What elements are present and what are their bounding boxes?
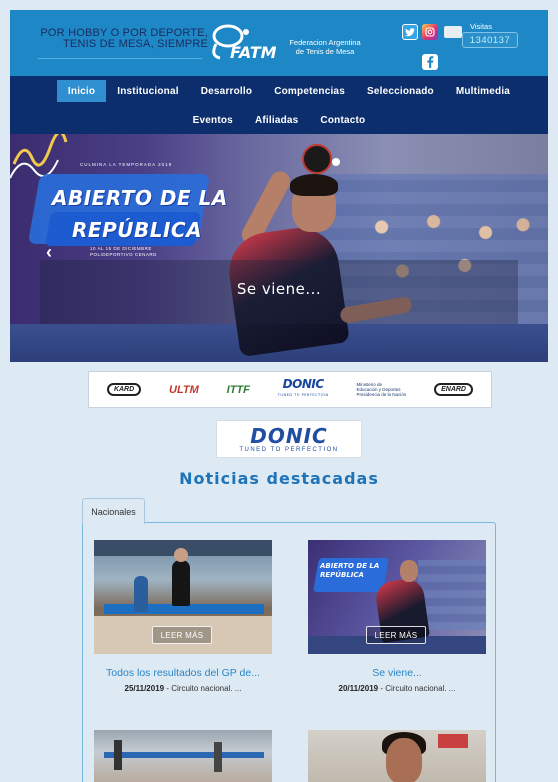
player-figure bbox=[172, 560, 190, 606]
news-card-title[interactable]: Se viene... bbox=[308, 667, 486, 679]
player-head bbox=[400, 560, 418, 582]
nav-item-multimedia[interactable]: Multimedia bbox=[445, 76, 521, 106]
nav-row-2: Eventos Afiliadas Contacto bbox=[10, 106, 548, 134]
logo-name-line-1: Federacion Argentina bbox=[289, 38, 361, 47]
ball-icon bbox=[332, 158, 340, 166]
instagram-icon[interactable] bbox=[422, 24, 438, 40]
nav-item-inicio[interactable]: Inicio bbox=[56, 80, 107, 102]
sponsor-donic-tagline: TUNED TO PERFECTION bbox=[277, 392, 329, 397]
fatm-logo-mark-icon: FATM bbox=[212, 24, 276, 62]
hero-dates-line-2: POLIDEPORTIVO CENARD bbox=[90, 252, 157, 257]
gym-net bbox=[104, 752, 264, 758]
hero-title-line-2: REPÚBLICA bbox=[72, 218, 203, 242]
news-card[interactable]: LEER MÁS Todos los resultados del GP de.… bbox=[94, 540, 272, 693]
read-more-button[interactable]: LEER MÁS bbox=[152, 626, 212, 644]
sponsor-ministry-line-3: Presidencia de la Nación bbox=[356, 392, 407, 397]
paddle-icon bbox=[302, 144, 332, 174]
visits-label: Visitas bbox=[470, 22, 492, 31]
section-title: Noticias destacadas bbox=[179, 469, 379, 488]
slogan-divider bbox=[38, 58, 202, 59]
logo-federation-name: Federacion Argentina de Tenis de Mesa bbox=[280, 38, 370, 56]
sponsor-enard-logo[interactable]: ENARD bbox=[434, 383, 473, 396]
promo-seats bbox=[418, 560, 486, 630]
visits-count: 1340137 bbox=[462, 32, 518, 48]
sponsor-donic-logo[interactable]: DONIC TUNED TO PERFECTION bbox=[277, 376, 329, 401]
twitter-icon[interactable] bbox=[402, 24, 418, 40]
player-figure bbox=[214, 742, 222, 772]
news-card-meta: 20/11/2019 - Circuito nacional. ... bbox=[308, 684, 486, 693]
slider-prev-arrow-icon[interactable]: ‹ bbox=[46, 242, 52, 263]
news-card-date: 25/11/2019 bbox=[124, 684, 165, 693]
news-card-date: 20/11/2019 bbox=[338, 684, 379, 693]
news-card-image[interactable] bbox=[308, 730, 486, 782]
sponsor-donic-word: DONIC bbox=[282, 376, 324, 391]
nav-item-eventos[interactable]: Eventos bbox=[182, 106, 244, 134]
slogan: POR HOBBY O POR DEPORTE, TENIS DE MESA, … bbox=[38, 28, 208, 50]
hero-title-line-1: ABIERTO DE LA bbox=[52, 186, 228, 210]
hero-caption: Se viene... bbox=[236, 280, 322, 298]
player-face bbox=[386, 738, 422, 782]
tab-nacionales[interactable]: Nacionales bbox=[82, 498, 145, 524]
sponsor-ultm-logo[interactable]: ULTM bbox=[169, 384, 199, 396]
promo-title-line-2: REPÚBLICA bbox=[320, 571, 364, 579]
sponsor-ministry-logo[interactable]: Ministerio de Educación y Deportes Presi… bbox=[356, 382, 406, 397]
donic-banner[interactable]: DONIC TUNED TO PERFECTION bbox=[216, 420, 362, 458]
hero-dates: 10 AL 15 DE DICIEMBRE POLIDEPORTIVO CENA… bbox=[90, 246, 157, 258]
facebook-icon[interactable] bbox=[422, 54, 438, 70]
slogan-line-2: TENIS DE MESA, SIEMPRE bbox=[63, 38, 208, 50]
nav-item-contacto[interactable]: Contacto bbox=[309, 106, 376, 134]
nav-item-institucional[interactable]: Institucional bbox=[106, 76, 190, 106]
hero-slider[interactable]: CULMINA LA TEMPORADA 2019 ABIERTO DE LA … bbox=[10, 134, 548, 362]
player-figure bbox=[114, 740, 122, 770]
sponsors-strip: KARD ULTM ITTF DONIC TUNED TO PERFECTION… bbox=[88, 371, 492, 408]
read-more-button[interactable]: LEER MÁS bbox=[366, 626, 426, 644]
nav-item-competencias[interactable]: Competencias bbox=[263, 76, 356, 106]
sponsor-ittf-logo[interactable]: ITTF bbox=[227, 384, 250, 396]
hero-eyebrow: CULMINA LA TEMPORADA 2019 bbox=[80, 162, 173, 167]
news-card-meta: 25/11/2019 - Circuito nacional. ... bbox=[94, 684, 272, 693]
news-panel: LEER MÁS Todos los resultados del GP de.… bbox=[82, 522, 496, 782]
sponsor-kard-logo[interactable]: KARD bbox=[106, 383, 142, 396]
main-navigation: Inicio Institucional Desarrollo Competen… bbox=[10, 76, 548, 134]
promo-title: ABIERTO DE LA REPÚBLICA bbox=[320, 562, 379, 580]
news-card-image[interactable]: LEER MÁS bbox=[94, 540, 272, 654]
news-card-title[interactable]: Todos los resultados del GP de... bbox=[94, 667, 272, 679]
logo-name-line-2: de Tenis de Mesa bbox=[295, 47, 355, 56]
visits-counter-icon bbox=[444, 26, 462, 38]
nav-item-seleccionado[interactable]: Seleccionado bbox=[356, 76, 445, 106]
player-head bbox=[174, 548, 188, 562]
background-sign bbox=[438, 734, 468, 748]
promo-title-line-1: ABIERTO DE LA bbox=[320, 562, 380, 570]
player-hair bbox=[290, 174, 338, 196]
nav-item-desarrollo[interactable]: Desarrollo bbox=[190, 76, 263, 106]
logo-acronym: FATM bbox=[230, 43, 276, 62]
player-figure bbox=[134, 576, 148, 612]
fatm-logo[interactable]: FATM Federacion Argentina de Tenis de Me… bbox=[206, 22, 376, 64]
news-card[interactable]: ABIERTO DE LA REPÚBLICA LEER MÁS Se vien… bbox=[308, 540, 486, 693]
site-header: POR HOBBY O POR DEPORTE, TENIS DE MESA, … bbox=[10, 10, 548, 76]
nav-item-afiliadas[interactable]: Afiliadas bbox=[244, 106, 309, 134]
news-card-image[interactable] bbox=[94, 730, 272, 782]
nav-row-1: Inicio Institucional Desarrollo Competen… bbox=[10, 76, 548, 106]
news-card-category: - Circuito nacional. ... bbox=[378, 684, 456, 693]
news-card-category: - Circuito nacional. ... bbox=[164, 684, 242, 693]
donic-banner-word: DONIC bbox=[250, 423, 328, 448]
news-card-image[interactable]: ABIERTO DE LA REPÚBLICA LEER MÁS bbox=[308, 540, 486, 654]
donic-banner-tagline: TUNED TO PERFECTION bbox=[239, 446, 339, 453]
